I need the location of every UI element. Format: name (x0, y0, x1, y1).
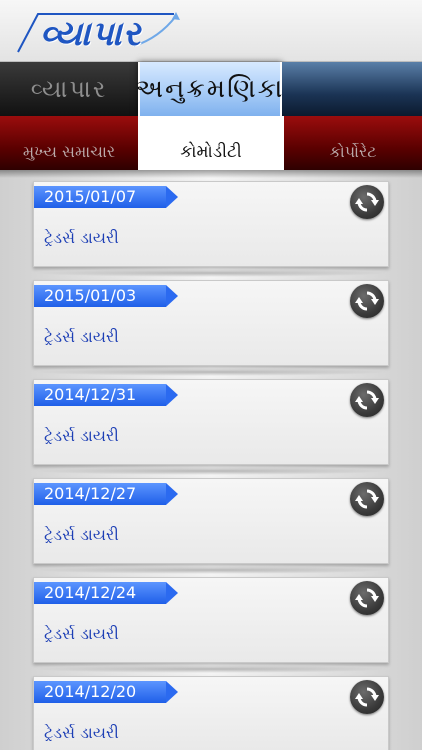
tab-anukramanika[interactable]: અનુક્રમણિકા (135, 62, 285, 116)
item-title: ટ્રેડર્સ ડાયરી (44, 525, 119, 544)
item-title: ટ્રેડર્સ ડાયરી (44, 228, 119, 247)
refresh-button[interactable] (350, 482, 384, 516)
refresh-icon (355, 588, 379, 608)
main-tab-bar: વ્યાપાર અનુક્રમણિકા (0, 62, 422, 116)
sub-tab-bar: મુખ્ય સમાચાર કોમોડીટી કોર્પોરેટ (0, 116, 422, 170)
date-badge: 2014/12/27 (34, 483, 178, 505)
subtab-commodity[interactable]: કોમોડીટી (138, 116, 284, 170)
refresh-button[interactable] (350, 680, 384, 714)
subtab-mukhya-samachar[interactable]: મુખ્ય સમાચાર (0, 116, 138, 170)
subtab-label: કોમોડીટી (180, 142, 242, 162)
refresh-button[interactable] (350, 383, 384, 417)
refresh-icon (355, 687, 379, 707)
list-item[interactable]: 2014/12/31 ટ્રેડર્સ ડાયરી (33, 379, 389, 465)
item-title: ટ્રેડર્સ ડાયરી (44, 426, 119, 445)
app-header: વ્યાપાર (0, 0, 422, 62)
date-badge: 2015/01/07 (34, 186, 178, 208)
refresh-icon (355, 291, 379, 311)
tab-vyapar[interactable]: વ્યાપાર (0, 62, 138, 116)
app-logo[interactable]: વ્યાપાર (14, 8, 184, 56)
item-title: ટ્રેડર્સ ડાયરી (44, 723, 119, 742)
item-title: ટ્રેડર્સ ડાયરી (44, 327, 119, 346)
date-badge: 2014/12/31 (34, 384, 178, 406)
list-item[interactable]: 2014/12/20 ટ્રેડર્સ ડાયરી (33, 676, 389, 750)
tab-label: વ્યાપાર (30, 75, 108, 103)
divider (33, 665, 389, 673)
refresh-button[interactable] (350, 581, 384, 615)
divider (33, 566, 389, 574)
divider (33, 269, 389, 277)
refresh-button[interactable] (350, 185, 384, 219)
list-item[interactable]: 2014/12/27 ટ્રેડર્સ ડાયરી (33, 478, 389, 564)
list-item[interactable]: 2015/01/03 ટ્રેડર્સ ડાયરી (33, 280, 389, 366)
refresh-button[interactable] (350, 284, 384, 318)
divider (33, 467, 389, 475)
tab-shadow (0, 170, 422, 178)
refresh-icon (355, 390, 379, 410)
tab-label: અનુક્રમણિકા (135, 73, 285, 104)
date-badge: 2015/01/03 (34, 285, 178, 307)
list-item[interactable]: 2015/01/07 ટ્રેડર્સ ડાયરી (33, 181, 389, 267)
list-item[interactable]: 2014/12/24 ટ્રેડર્સ ડાયરી (33, 577, 389, 663)
subtab-label: મુખ્ય સમાચાર (22, 142, 116, 161)
refresh-icon (355, 192, 379, 212)
date-badge: 2014/12/20 (34, 681, 178, 703)
tab-bar-filler (282, 62, 422, 116)
logo-text: વ્યાપાર (40, 14, 142, 54)
item-title: ટ્રેડર્સ ડાયરી (44, 624, 119, 643)
subtab-label: કોર્પોરેટ (329, 142, 377, 161)
subtab-corporate[interactable]: કોર્પોરેટ (284, 116, 422, 170)
refresh-icon (355, 489, 379, 509)
divider (33, 368, 389, 376)
date-badge: 2014/12/24 (34, 582, 178, 604)
